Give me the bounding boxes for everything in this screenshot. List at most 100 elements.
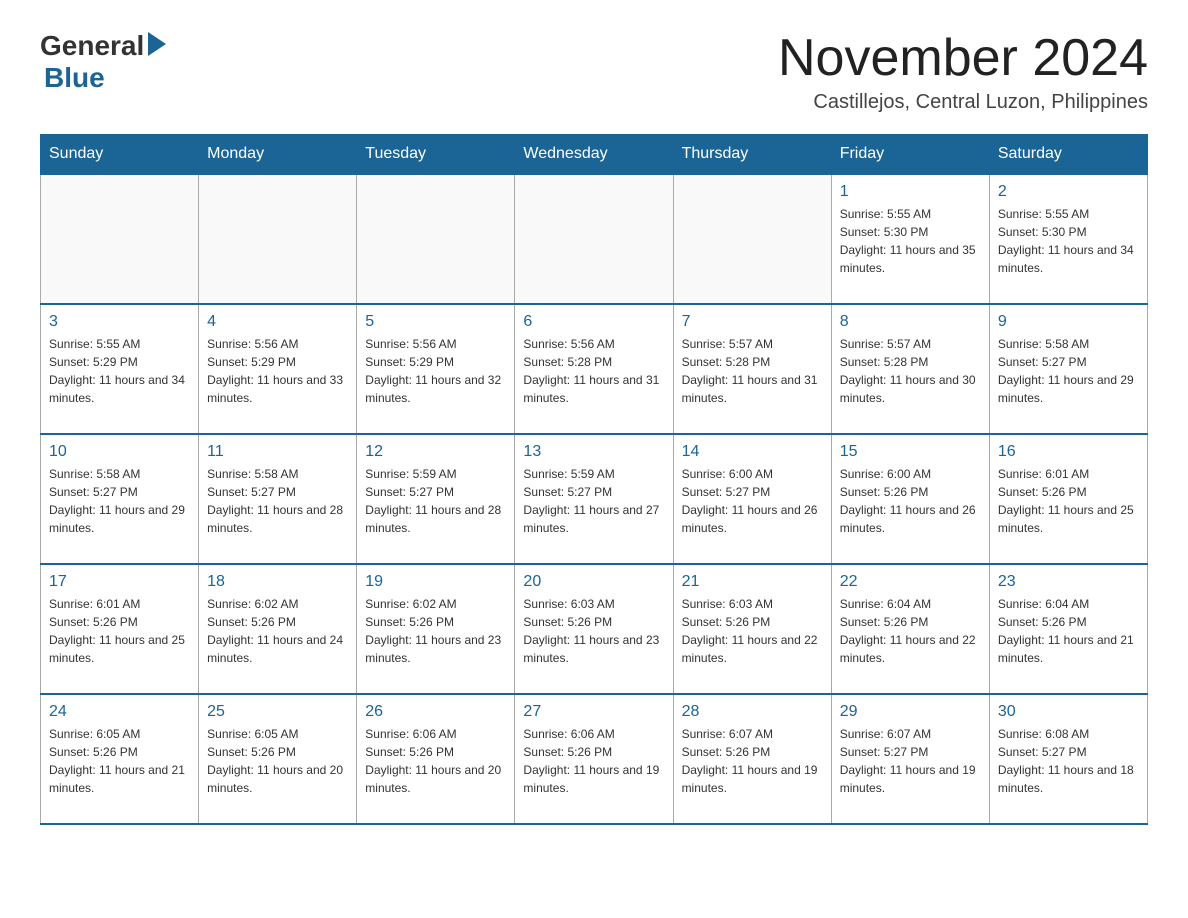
- calendar-cell: 7 Sunrise: 5:57 AMSunset: 5:28 PMDaylight…: [673, 304, 831, 434]
- day-info: Sunrise: 5:57 AMSunset: 5:28 PMDaylight:…: [840, 335, 981, 407]
- day-number: 28: [682, 703, 823, 721]
- day-info: Sunrise: 5:58 AMSunset: 5:27 PMDaylight:…: [207, 465, 348, 537]
- day-info: Sunrise: 5:56 AMSunset: 5:28 PMDaylight:…: [523, 335, 664, 407]
- day-number: 7: [682, 313, 823, 331]
- logo-arrow-icon: [148, 32, 166, 56]
- calendar-cell: 21 Sunrise: 6:03 AMSunset: 5:26 PMDayligh…: [673, 564, 831, 694]
- calendar-cell: [199, 174, 357, 304]
- calendar-header-row: SundayMondayTuesdayWednesdayThursdayFrid…: [41, 135, 1148, 175]
- day-info: Sunrise: 6:01 AMSunset: 5:26 PMDaylight:…: [49, 595, 190, 667]
- day-number: 8: [840, 313, 981, 331]
- day-number: 25: [207, 703, 348, 721]
- day-number: 16: [998, 443, 1139, 461]
- calendar-cell: [673, 174, 831, 304]
- day-info: Sunrise: 5:59 AMSunset: 5:27 PMDaylight:…: [523, 465, 664, 537]
- calendar-cell: 29 Sunrise: 6:07 AMSunset: 5:27 PMDayligh…: [831, 694, 989, 824]
- logo-general-text: General: [40, 30, 144, 62]
- calendar-cell: 30 Sunrise: 6:08 AMSunset: 5:27 PMDayligh…: [989, 694, 1147, 824]
- calendar-table: SundayMondayTuesdayWednesdayThursdayFrid…: [40, 134, 1148, 825]
- calendar-cell: 15 Sunrise: 6:00 AMSunset: 5:26 PMDayligh…: [831, 434, 989, 564]
- day-info: Sunrise: 6:04 AMSunset: 5:26 PMDaylight:…: [998, 595, 1139, 667]
- column-header-monday: Monday: [199, 135, 357, 175]
- day-info: Sunrise: 6:02 AMSunset: 5:26 PMDaylight:…: [365, 595, 506, 667]
- day-info: Sunrise: 6:06 AMSunset: 5:26 PMDaylight:…: [365, 725, 506, 797]
- day-info: Sunrise: 5:58 AMSunset: 5:27 PMDaylight:…: [998, 335, 1139, 407]
- day-info: Sunrise: 5:55 AMSunset: 5:29 PMDaylight:…: [49, 335, 190, 407]
- day-info: Sunrise: 6:05 AMSunset: 5:26 PMDaylight:…: [49, 725, 190, 797]
- calendar-cell: 24 Sunrise: 6:05 AMSunset: 5:26 PMDayligh…: [41, 694, 199, 824]
- day-info: Sunrise: 6:00 AMSunset: 5:27 PMDaylight:…: [682, 465, 823, 537]
- logo: General Blue: [40, 30, 166, 94]
- calendar-cell: 27 Sunrise: 6:06 AMSunset: 5:26 PMDayligh…: [515, 694, 673, 824]
- day-number: 26: [365, 703, 506, 721]
- calendar-cell: 9 Sunrise: 5:58 AMSunset: 5:27 PMDaylight…: [989, 304, 1147, 434]
- day-info: Sunrise: 6:05 AMSunset: 5:26 PMDaylight:…: [207, 725, 348, 797]
- day-info: Sunrise: 5:56 AMSunset: 5:29 PMDaylight:…: [365, 335, 506, 407]
- page-header: General Blue November 2024 Castillejos, …: [40, 30, 1148, 114]
- day-info: Sunrise: 5:57 AMSunset: 5:28 PMDaylight:…: [682, 335, 823, 407]
- day-number: 13: [523, 443, 664, 461]
- day-info: Sunrise: 6:02 AMSunset: 5:26 PMDaylight:…: [207, 595, 348, 667]
- calendar-cell: [357, 174, 515, 304]
- day-number: 12: [365, 443, 506, 461]
- calendar-cell: 8 Sunrise: 5:57 AMSunset: 5:28 PMDaylight…: [831, 304, 989, 434]
- calendar-cell: 14 Sunrise: 6:00 AMSunset: 5:27 PMDayligh…: [673, 434, 831, 564]
- calendar-cell: 12 Sunrise: 5:59 AMSunset: 5:27 PMDayligh…: [357, 434, 515, 564]
- calendar-cell: 22Sunrise: 6:04 AMSunset: 5:26 PMDayligh…: [831, 564, 989, 694]
- calendar-cell: 23Sunrise: 6:04 AMSunset: 5:26 PMDayligh…: [989, 564, 1147, 694]
- calendar-cell: [515, 174, 673, 304]
- day-info: Sunrise: 6:08 AMSunset: 5:27 PMDaylight:…: [998, 725, 1139, 797]
- day-info: Sunrise: 6:06 AMSunset: 5:26 PMDaylight:…: [523, 725, 664, 797]
- calendar-week-3: 10Sunrise: 5:58 AMSunset: 5:27 PMDayligh…: [41, 434, 1148, 564]
- calendar-cell: 10Sunrise: 5:58 AMSunset: 5:27 PMDayligh…: [41, 434, 199, 564]
- day-info: Sunrise: 6:03 AMSunset: 5:26 PMDaylight:…: [523, 595, 664, 667]
- day-info: Sunrise: 5:55 AMSunset: 5:30 PMDaylight:…: [840, 205, 981, 277]
- day-info: Sunrise: 6:00 AMSunset: 5:26 PMDaylight:…: [840, 465, 981, 537]
- day-info: Sunrise: 5:55 AMSunset: 5:30 PMDaylight:…: [998, 205, 1139, 277]
- day-number: 5: [365, 313, 506, 331]
- calendar-cell: 13 Sunrise: 5:59 AMSunset: 5:27 PMDayligh…: [515, 434, 673, 564]
- day-number: 2: [998, 183, 1139, 201]
- day-number: 1: [840, 183, 981, 201]
- calendar-cell: 5 Sunrise: 5:56 AMSunset: 5:29 PMDaylight…: [357, 304, 515, 434]
- day-number: 29: [840, 703, 981, 721]
- column-header-sunday: Sunday: [41, 135, 199, 175]
- day-number: 3: [49, 313, 190, 331]
- column-header-friday: Friday: [831, 135, 989, 175]
- day-number: 4: [207, 313, 348, 331]
- location-title: Castillejos, Central Luzon, Philippines: [778, 91, 1148, 114]
- day-number: 20: [523, 573, 664, 591]
- column-header-tuesday: Tuesday: [357, 135, 515, 175]
- day-info: Sunrise: 6:04 AMSunset: 5:26 PMDaylight:…: [840, 595, 981, 667]
- calendar-week-2: 3 Sunrise: 5:55 AMSunset: 5:29 PMDaylight…: [41, 304, 1148, 434]
- calendar-cell: 17 Sunrise: 6:01 AMSunset: 5:26 PMDayligh…: [41, 564, 199, 694]
- day-number: 18: [207, 573, 348, 591]
- month-title: November 2024: [778, 30, 1148, 87]
- day-number: 6: [523, 313, 664, 331]
- day-number: 17: [49, 573, 190, 591]
- day-number: 11: [207, 443, 348, 461]
- day-info: Sunrise: 6:03 AMSunset: 5:26 PMDaylight:…: [682, 595, 823, 667]
- day-number: 24: [49, 703, 190, 721]
- calendar-cell: 3 Sunrise: 5:55 AMSunset: 5:29 PMDaylight…: [41, 304, 199, 434]
- day-info: Sunrise: 5:59 AMSunset: 5:27 PMDaylight:…: [365, 465, 506, 537]
- day-number: 27: [523, 703, 664, 721]
- day-number: 9: [998, 313, 1139, 331]
- calendar-week-5: 24 Sunrise: 6:05 AMSunset: 5:26 PMDayligh…: [41, 694, 1148, 824]
- column-header-wednesday: Wednesday: [515, 135, 673, 175]
- calendar-cell: 1 Sunrise: 5:55 AMSunset: 5:30 PMDaylight…: [831, 174, 989, 304]
- day-number: 30: [998, 703, 1139, 721]
- calendar-cell: 16Sunrise: 6:01 AMSunset: 5:26 PMDayligh…: [989, 434, 1147, 564]
- calendar-cell: 6 Sunrise: 5:56 AMSunset: 5:28 PMDaylight…: [515, 304, 673, 434]
- calendar-cell: 19 Sunrise: 6:02 AMSunset: 5:26 PMDayligh…: [357, 564, 515, 694]
- calendar-cell: 26 Sunrise: 6:06 AMSunset: 5:26 PMDayligh…: [357, 694, 515, 824]
- column-header-thursday: Thursday: [673, 135, 831, 175]
- day-number: 14: [682, 443, 823, 461]
- day-info: Sunrise: 5:56 AMSunset: 5:29 PMDaylight:…: [207, 335, 348, 407]
- day-number: 19: [365, 573, 506, 591]
- calendar-week-1: 1 Sunrise: 5:55 AMSunset: 5:30 PMDaylight…: [41, 174, 1148, 304]
- logo-blue-text: Blue: [44, 62, 166, 94]
- day-number: 15: [840, 443, 981, 461]
- day-info: Sunrise: 6:07 AMSunset: 5:27 PMDaylight:…: [840, 725, 981, 797]
- day-number: 21: [682, 573, 823, 591]
